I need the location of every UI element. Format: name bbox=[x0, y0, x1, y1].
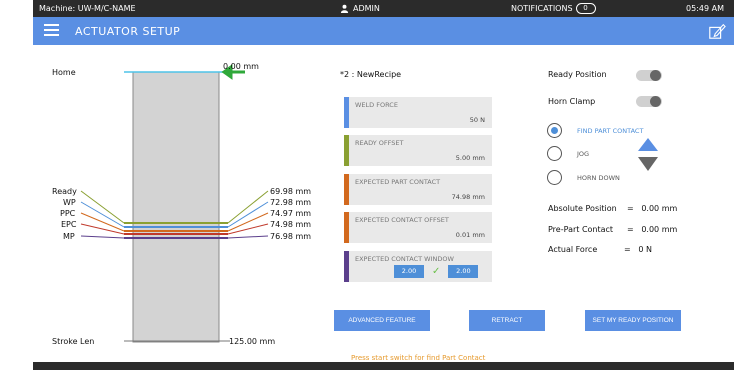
find-part-contact-label[interactable]: FIND PART CONTACT bbox=[577, 127, 643, 135]
contact-window-low[interactable]: 2.00 bbox=[394, 265, 424, 278]
expected-contact-offset-bar bbox=[344, 212, 349, 243]
notifications[interactable]: NOTIFICATIONS 0 bbox=[511, 0, 596, 17]
absolute-position-label: Absolute Position bbox=[548, 204, 617, 213]
notifications-count: 0 bbox=[575, 3, 596, 14]
hamburger-menu-icon[interactable] bbox=[44, 24, 59, 36]
ready-position-toggle[interactable] bbox=[636, 70, 662, 81]
expected-part-contact-card[interactable]: EXPECTED PART CONTACT 74.98 mm bbox=[344, 174, 492, 205]
jog-up-icon[interactable] bbox=[638, 138, 658, 151]
expected-part-contact-title: EXPECTED PART CONTACT bbox=[355, 178, 441, 186]
ready-right-leader bbox=[227, 190, 269, 224]
ppc-value: 74.97 mm bbox=[270, 209, 312, 218]
actual-force-label: Actual Force bbox=[548, 245, 598, 254]
mp-label: MP bbox=[63, 232, 75, 241]
contact-window-values: 2.00 ✓ 2.00 bbox=[394, 265, 479, 278]
left-margin bbox=[0, 0, 33, 370]
ppc-right-leader bbox=[227, 212, 269, 232]
horn-clamp-toggle[interactable] bbox=[636, 96, 662, 107]
wp-value: 72.98 mm bbox=[270, 198, 312, 207]
ready-offset-bar bbox=[344, 135, 349, 166]
right-margin bbox=[734, 0, 750, 370]
absolute-position-value: = 0.00 mm bbox=[627, 204, 678, 213]
check-icon: ✓ bbox=[432, 266, 441, 277]
edit-icon[interactable] bbox=[708, 22, 726, 40]
wp-left-leader bbox=[80, 201, 125, 228]
weld-force-title: WELD FORCE bbox=[355, 101, 398, 109]
ready-offset-card[interactable]: READY OFFSET 5.00 mm bbox=[344, 135, 492, 166]
contact-window-high[interactable]: 2.00 bbox=[448, 265, 479, 278]
expected-contact-window-title: EXPECTED CONTACT WINDOW bbox=[355, 255, 454, 263]
expected-part-contact-bar bbox=[344, 174, 349, 205]
pre-part-contact-value: = 0.00 mm bbox=[627, 225, 678, 234]
horn-down-label[interactable]: HORN DOWN bbox=[577, 174, 620, 182]
expected-contact-window-bar bbox=[344, 251, 349, 282]
recipe-name: *2 : NewRecipe bbox=[340, 70, 402, 79]
user-name: ADMIN bbox=[353, 4, 380, 13]
wp-right-leader bbox=[227, 201, 269, 228]
status-hint: Press start switch for find Part Contact bbox=[351, 354, 486, 362]
stroke-length-value: 125.00 mm bbox=[229, 337, 276, 346]
advanced-feature-button[interactable]: ADVANCED FEATURE bbox=[334, 310, 430, 331]
ready-position-label: Ready Position bbox=[548, 70, 607, 79]
set-ready-position-button[interactable]: SET MY READY POSITION bbox=[585, 310, 681, 331]
home-label: Home bbox=[52, 68, 76, 77]
weld-force-bar bbox=[344, 97, 349, 128]
home-value: 0.00 mm bbox=[223, 62, 259, 71]
page-title: ACTUATOR SETUP bbox=[75, 25, 181, 38]
weld-force-value: 50 N bbox=[469, 116, 485, 124]
epc-left-leader bbox=[80, 223, 125, 235]
expected-contact-offset-title: EXPECTED CONTACT OFFSET bbox=[355, 216, 449, 224]
ready-offset-value: 5.00 mm bbox=[455, 154, 485, 162]
horn-down-radio[interactable] bbox=[547, 170, 562, 185]
ready-label: Ready bbox=[52, 187, 77, 196]
ppc-label: PPC bbox=[60, 209, 76, 218]
status-bar: Machine: UW-M/C-NAME ADMIN NOTIFICATIONS… bbox=[33, 0, 734, 17]
page-header: ACTUATOR SETUP bbox=[33, 17, 734, 45]
mp-value: 76.98 mm bbox=[270, 232, 312, 241]
ready-offset-title: READY OFFSET bbox=[355, 139, 404, 147]
actual-force-value: = 0 N bbox=[624, 245, 652, 254]
expected-contact-offset-card[interactable]: EXPECTED CONTACT OFFSET 0.01 mm bbox=[344, 212, 492, 243]
clock: 05:49 AM bbox=[686, 4, 724, 13]
expected-contact-offset-value: 0.01 mm bbox=[455, 231, 485, 239]
jog-arrows bbox=[638, 138, 658, 171]
ready-value: 69.98 mm bbox=[270, 187, 312, 196]
notifications-label: NOTIFICATIONS bbox=[511, 4, 573, 13]
user-icon bbox=[340, 4, 349, 13]
jog-radio[interactable] bbox=[547, 146, 562, 161]
find-part-contact-radio[interactable] bbox=[547, 123, 562, 138]
mp-left-leader bbox=[80, 235, 125, 239]
app-window: Machine: UW-M/C-NAME ADMIN NOTIFICATIONS… bbox=[0, 0, 750, 370]
pre-part-contact-label: Pre-Part Contact bbox=[548, 225, 614, 234]
jog-label[interactable]: JOG bbox=[577, 150, 589, 158]
actuator-column bbox=[132, 71, 220, 343]
epc-right-leader bbox=[227, 223, 269, 235]
expected-contact-window-card[interactable]: EXPECTED CONTACT WINDOW 2.00 ✓ 2.00 bbox=[344, 251, 492, 282]
epc-value: 74.98 mm bbox=[270, 220, 312, 229]
expected-part-contact-value: 74.98 mm bbox=[451, 193, 485, 201]
stroke-length-label: Stroke Len bbox=[52, 337, 95, 346]
bottom-bar bbox=[33, 362, 734, 370]
retract-button[interactable]: RETRACT bbox=[469, 310, 545, 331]
ready-left-leader bbox=[80, 190, 125, 224]
horn-clamp-label: Horn Clamp bbox=[548, 97, 596, 106]
jog-down-icon[interactable] bbox=[638, 157, 658, 171]
mp-right-leader bbox=[227, 235, 269, 239]
machine-name: Machine: UW-M/C-NAME bbox=[39, 4, 136, 13]
epc-label: EPC bbox=[61, 220, 77, 229]
weld-force-card[interactable]: WELD FORCE 50 N bbox=[344, 97, 492, 128]
ppc-left-leader bbox=[80, 212, 125, 232]
user-indicator[interactable]: ADMIN bbox=[340, 0, 380, 17]
wp-label: WP bbox=[63, 198, 76, 207]
